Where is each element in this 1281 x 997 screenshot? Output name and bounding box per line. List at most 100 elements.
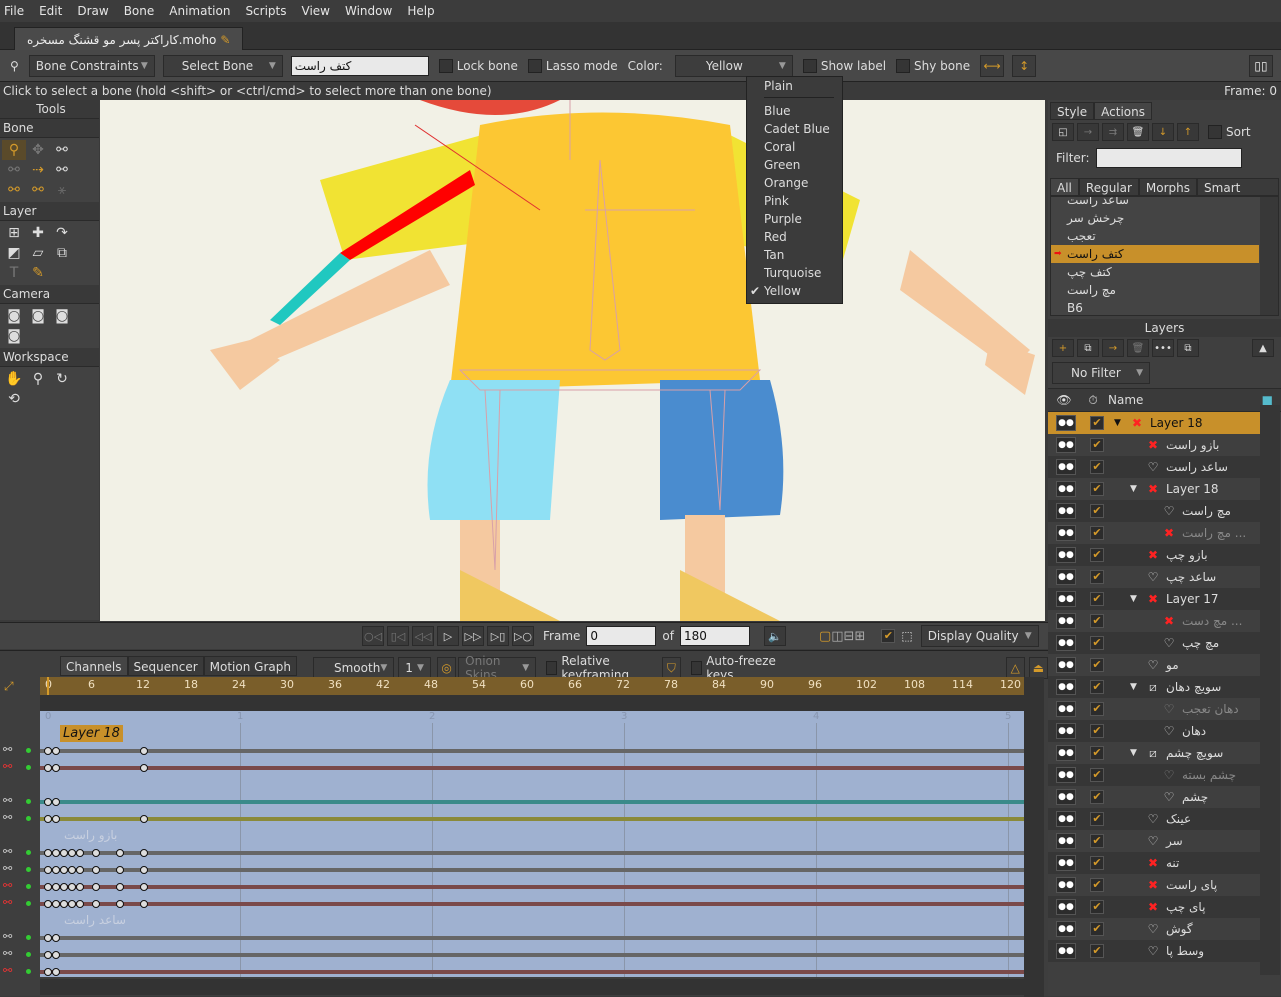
layer-row[interactable]: ●●✔▼✖بازو راست	[1048, 434, 1260, 456]
action-item[interactable]: B6	[1051, 299, 1259, 315]
menu-view[interactable]: View	[302, 4, 330, 18]
layer-enabled-checkbox[interactable]: ✔	[1090, 724, 1104, 738]
keyframe[interactable]	[44, 883, 52, 891]
forward-end-icon[interactable]: ▷○	[512, 626, 534, 646]
color-option[interactable]: Orange	[747, 174, 842, 192]
keyframe[interactable]	[68, 849, 76, 857]
insert-reference-icon[interactable]: ⇉	[1102, 123, 1124, 141]
step-back-icon[interactable]: ◁◁	[412, 626, 434, 646]
layer-row[interactable]: ●●✔▼♡وسط پا	[1048, 940, 1260, 962]
camera-pan-icon[interactable]: ◙	[50, 306, 74, 326]
channel-track[interactable]	[40, 936, 1024, 940]
actions-scrollbar[interactable]	[1260, 197, 1278, 315]
timeline-hscrollbar[interactable]	[40, 979, 1024, 995]
keyframe[interactable]	[92, 883, 100, 891]
visibility-eye-icon[interactable]: ●●	[1056, 613, 1076, 629]
camera-zoom-icon[interactable]: ◙	[2, 306, 26, 326]
keyframe[interactable]	[44, 934, 52, 942]
expand-tracks-icon[interactable]: ⏏	[1028, 657, 1049, 679]
tab-all[interactable]: All	[1050, 178, 1079, 196]
keyframe[interactable]	[44, 764, 52, 772]
layer-enabled-checkbox[interactable]: ✔	[1090, 548, 1104, 562]
bone-length-button[interactable]: ↕	[1012, 54, 1037, 77]
layer-row[interactable]: ●●✔▼♡مچ چپ	[1048, 632, 1260, 654]
layer-enabled-checkbox[interactable]: ✔	[1090, 482, 1104, 496]
expand-triangle-icon[interactable]: ▼	[1130, 682, 1144, 692]
keyframe[interactable]	[140, 849, 148, 857]
layer-enabled-checkbox[interactable]: ✔	[1090, 878, 1104, 892]
layer-row[interactable]: ●●✔▼✖مچ دست ...	[1048, 610, 1260, 632]
keyframe[interactable]	[60, 883, 68, 891]
menu-scripts[interactable]: Scripts	[245, 4, 286, 18]
keyframe[interactable]	[44, 849, 52, 857]
translate-layer-tool-icon[interactable]: ✚	[26, 223, 50, 243]
visibility-eye-icon[interactable]: ●●	[1056, 745, 1076, 761]
layer-enabled-checkbox[interactable]: ✔	[1090, 658, 1104, 672]
keyframe[interactable]	[76, 849, 84, 857]
keyframe[interactable]	[52, 968, 60, 976]
action-item[interactable]: تعجب	[1051, 227, 1259, 245]
keyframe[interactable]	[52, 934, 60, 942]
tab-motion-graph[interactable]: Motion Graph	[203, 656, 297, 676]
previous-key-icon[interactable]: ▯◁	[387, 626, 409, 646]
add-bone-tool-icon[interactable]: ⚯	[50, 140, 74, 160]
copy-layer-icon[interactable]: →	[1102, 339, 1124, 357]
menu-draw[interactable]: Draw	[77, 4, 108, 18]
bind-points-tool-icon[interactable]: ⚯	[26, 180, 50, 200]
layer-filter-dropdown[interactable]: No Filter ▼	[1052, 362, 1150, 384]
translate-bone-tool-icon[interactable]: ✥	[26, 140, 50, 160]
keyframe[interactable]	[44, 951, 52, 959]
visibility-eye-icon[interactable]: ●●	[1056, 657, 1076, 673]
layer-enabled-checkbox[interactable]: ✔	[1090, 526, 1104, 540]
keyframe[interactable]	[140, 883, 148, 891]
shy-bone-checkbox[interactable]: Shy bone	[896, 58, 970, 73]
keyframe[interactable]	[44, 900, 52, 908]
flip-layer-tool-icon[interactable]: ⧉	[50, 243, 74, 263]
color-option[interactable]: Blue	[747, 102, 842, 120]
enable-checkbox[interactable]: ✔	[881, 629, 896, 643]
bind-layer-tool-icon[interactable]: ⚯	[2, 180, 26, 200]
layer-enabled-checkbox[interactable]: ✔	[1090, 614, 1104, 628]
layer-enabled-checkbox[interactable]: ✔	[1090, 834, 1104, 848]
action-item[interactable]: چرخش سر	[1051, 209, 1259, 227]
keyframe[interactable]	[140, 866, 148, 874]
new-layer-icon[interactable]: +	[1052, 339, 1074, 357]
play-icon[interactable]: ▷	[437, 626, 459, 646]
more-icon[interactable]: •••	[1152, 339, 1174, 357]
tab-style[interactable]: Style	[1050, 102, 1095, 120]
visibility-eye-icon[interactable]: ●●	[1056, 437, 1076, 453]
layer-row[interactable]: ●● ✔ ▼ ✖ Layer 17	[1048, 588, 1260, 610]
channel-track[interactable]	[40, 817, 1024, 821]
channel-track[interactable]	[40, 851, 1024, 855]
layers-scrollbar[interactable]	[1260, 405, 1280, 975]
layer-enabled-checkbox[interactable]: ✔	[1090, 438, 1104, 452]
visibility-eye-icon[interactable]: ●●	[1056, 481, 1076, 497]
frame-ruler[interactable]: 0612182430364248546066727884909610210811…	[40, 677, 1024, 977]
channel-track[interactable]	[40, 970, 1024, 974]
eyedropper-tool-icon[interactable]: ✎	[26, 263, 50, 283]
keyframe[interactable]	[68, 866, 76, 874]
visibility-eye-icon[interactable]: ●●	[1056, 635, 1076, 651]
layer-enabled-checkbox[interactable]: ✔	[1090, 460, 1104, 474]
layer-enabled-checkbox[interactable]: ✔	[1090, 416, 1104, 430]
layer-row[interactable]: ●●✔▼♡ساعد چپ	[1048, 566, 1260, 588]
onion-skins-dropdown[interactable]: Onion Skins ▼	[458, 654, 537, 682]
sort-checkbox[interactable]: Sort	[1208, 125, 1251, 139]
reparent-bone-tool-icon[interactable]: ⚯	[2, 160, 26, 180]
bone-constraints-dropdown[interactable]: Bone Constraints ▼	[28, 54, 155, 77]
channel-track[interactable]	[40, 766, 1024, 770]
layer-row[interactable]: ●●✔▼✖تنه	[1048, 852, 1260, 874]
view-layout-buttons[interactable]: ▢ ◫⊟⊞	[819, 629, 865, 644]
tab-morphs[interactable]: Morphs	[1138, 178, 1198, 196]
layer-row[interactable]: ●●✔▼♡دهان	[1048, 720, 1260, 742]
channel-track[interactable]	[40, 749, 1024, 753]
keyframe[interactable]	[68, 900, 76, 908]
action-item[interactable]: کتف چپ	[1051, 263, 1259, 281]
action-item[interactable]: ➡ کتف راست	[1051, 245, 1259, 263]
timeline-scrollbar[interactable]	[1024, 677, 1044, 997]
expand-triangle-icon[interactable]: ▼	[1114, 418, 1128, 428]
keyframe[interactable]	[52, 798, 60, 806]
layer-enabled-checkbox[interactable]: ✔	[1090, 746, 1104, 760]
action-item[interactable]: ساعد راست	[1051, 197, 1259, 209]
canvas[interactable]	[100, 100, 1045, 621]
